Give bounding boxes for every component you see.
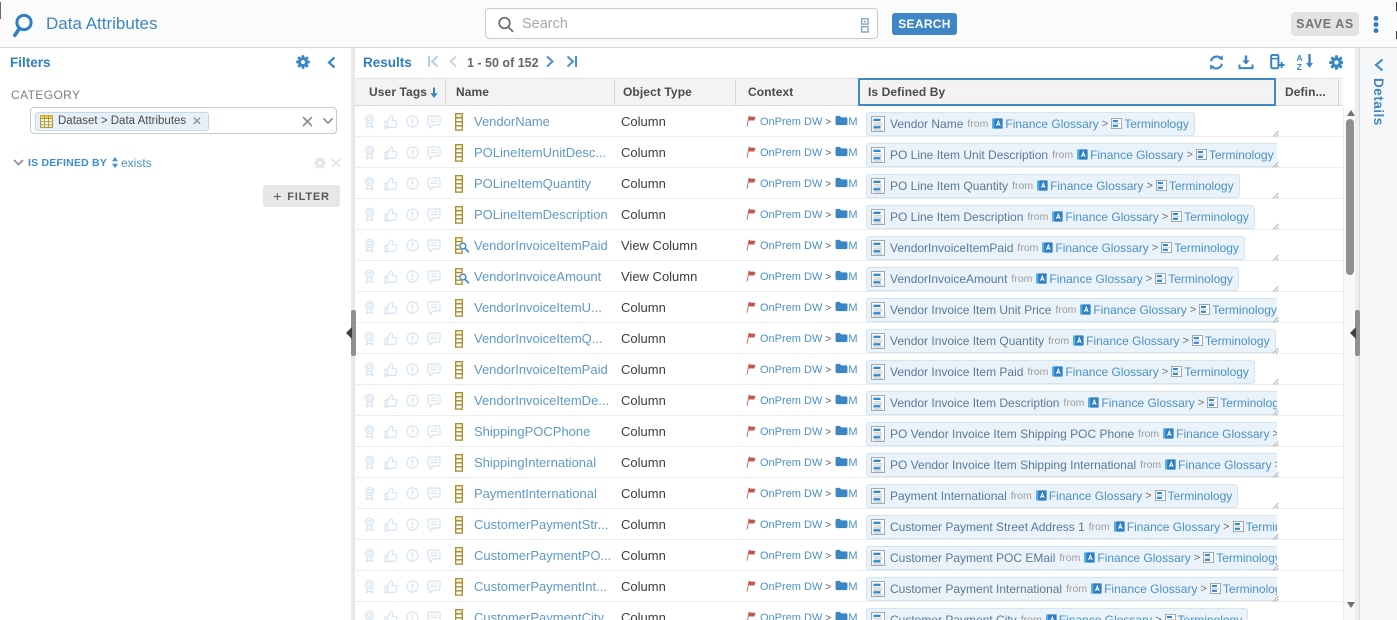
svg-text:Z: Z — [1297, 62, 1302, 71]
